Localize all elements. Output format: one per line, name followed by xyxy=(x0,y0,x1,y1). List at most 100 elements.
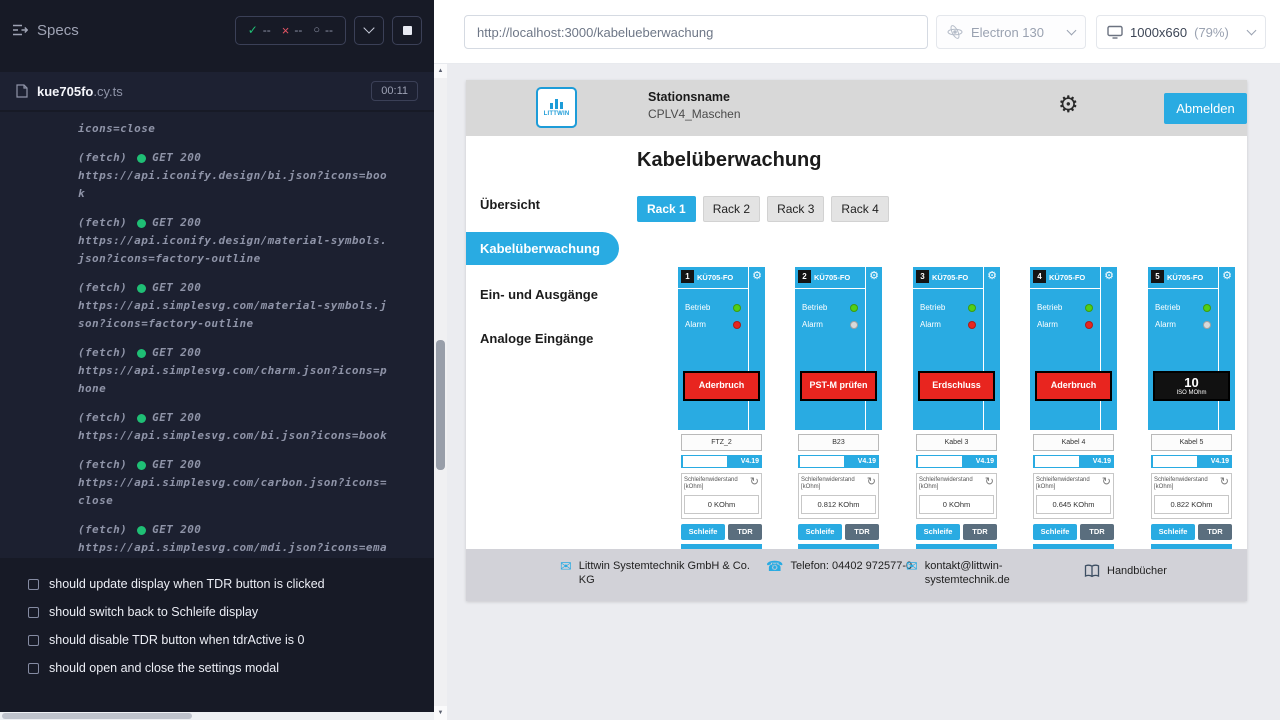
pending-icon: ○ xyxy=(313,24,320,36)
specs-label: Specs xyxy=(37,22,79,39)
log-url: https://api.simplesvg.com/charm.json?ico… xyxy=(78,362,390,398)
sidebar-item-uebersicht[interactable]: Übersicht xyxy=(480,197,540,212)
sidebar-item-kabelueberwachung[interactable]: Kabelüberwachung xyxy=(466,232,619,265)
schleife-button[interactable]: Schleife xyxy=(681,524,725,540)
schleife-button[interactable]: Schleife xyxy=(798,524,842,540)
station-value: CPLV4_Maschen xyxy=(648,107,741,121)
status-dot-icon xyxy=(137,154,146,163)
betrieb-row: Betrieb xyxy=(1155,303,1211,312)
log-status: GET 200 xyxy=(152,409,201,427)
scroll-down-icon[interactable]: ▼ xyxy=(434,706,447,720)
card-side-strip xyxy=(983,267,1000,430)
test-item[interactable]: should update display when TDR button is… xyxy=(0,570,434,598)
viewport-zoom: (79%) xyxy=(1194,25,1229,40)
divider xyxy=(913,288,983,289)
tdr-button[interactable]: TDR xyxy=(1080,524,1114,540)
card-lower: B23 V4.19 Schleifenwiderstand [kOhm] ↻ 0… xyxy=(795,434,882,552)
betrieb-label: Betrieb xyxy=(1037,303,1062,312)
test-item[interactable]: should switch back to Schleife display xyxy=(0,598,434,626)
measurement-label: Schleifenwiderstand [kOhm] xyxy=(1036,477,1098,491)
horizontal-scrollbar[interactable] xyxy=(0,712,434,720)
card-number-badge: 4 xyxy=(1033,270,1046,283)
email-address[interactable]: kontakt@littwin-systemtechnik.de xyxy=(925,559,1029,587)
card-model-label: KÜ705-FO xyxy=(814,273,850,282)
refresh-icon[interactable]: ↻ xyxy=(750,477,759,487)
app-viewport: LITTWIN Stationsname CPLV4_Maschen ⚙ Abm… xyxy=(466,80,1247,601)
network-log-entry[interactable]: (fetch)GET 200 https://api.simplesvg.com… xyxy=(78,521,390,558)
tdr-button[interactable]: TDR xyxy=(1198,524,1232,540)
sidebar-item-analoge-eingaenge[interactable]: Analoge Eingänge xyxy=(480,331,593,346)
card-settings-icon[interactable]: ⚙ xyxy=(869,269,879,282)
device-panel: 3 KÜ705-FO ⚙ Betrieb Alarm Erdschluss xyxy=(913,267,1000,430)
refresh-icon[interactable]: ↻ xyxy=(867,477,876,487)
betrieb-led xyxy=(968,304,976,312)
cypress-header: Specs ✓-- ×-- ○-- xyxy=(0,0,434,60)
network-log-entry[interactable]: (fetch)GET 200 https://api.iconify.desig… xyxy=(78,214,390,268)
stop-button[interactable] xyxy=(392,16,422,45)
specs-nav[interactable]: Specs xyxy=(12,22,79,39)
url-input[interactable]: http://localhost:3000/kabelueberwachung xyxy=(464,15,928,49)
alarm-row: Alarm xyxy=(802,320,858,329)
settings-gear-icon[interactable]: ⚙ xyxy=(1058,91,1079,118)
scroll-up-icon[interactable]: ▲ xyxy=(434,64,447,78)
network-log-entry[interactable]: (fetch)GET 200 https://api.iconify.desig… xyxy=(78,149,390,203)
tdr-button[interactable]: TDR xyxy=(845,524,879,540)
manuals-label[interactable]: Handbücher xyxy=(1107,564,1167,578)
app-header: LITTWIN Stationsname CPLV4_Maschen ⚙ Abm… xyxy=(466,80,1247,136)
log-status: GET 200 xyxy=(152,279,201,297)
scrollbar-thumb[interactable] xyxy=(436,340,445,470)
refresh-icon[interactable]: ↻ xyxy=(985,477,994,487)
network-log-entry[interactable]: (fetch)GET 200 https://api.simplesvg.com… xyxy=(78,456,390,510)
tab-rack-2[interactable]: Rack 2 xyxy=(703,196,760,222)
passed-count: -- xyxy=(263,23,271,37)
alarm-led xyxy=(850,321,858,329)
card-settings-icon[interactable]: ⚙ xyxy=(1222,269,1232,282)
network-log-entry[interactable]: (fetch)GET 200 https://api.simplesvg.com… xyxy=(78,344,390,398)
sidebar-item-ein-und-ausgaenge[interactable]: Ein- und Ausgänge xyxy=(480,287,598,302)
test-status-icon xyxy=(28,607,39,618)
scrollbar-thumb[interactable] xyxy=(2,713,192,719)
version-inset xyxy=(1035,456,1079,467)
card-settings-icon[interactable]: ⚙ xyxy=(752,269,762,282)
version-row: V4.19 xyxy=(1151,455,1232,468)
tdr-button[interactable]: TDR xyxy=(728,524,762,540)
refresh-icon[interactable]: ↻ xyxy=(1220,477,1229,487)
status-text: Erdschluss xyxy=(932,381,981,390)
spec-file-row[interactable]: kue705fo.cy.ts 00:11 xyxy=(0,72,434,110)
footer-manuals[interactable]: Handbücher xyxy=(1084,564,1167,578)
version-row: V4.19 xyxy=(916,455,997,468)
viewport-selector[interactable]: 1000x660 (79%) xyxy=(1096,15,1266,49)
network-log-entry[interactable]: (fetch)GET 200 https://api.simplesvg.com… xyxy=(78,409,390,445)
cable-name: Kabel 3 xyxy=(916,434,997,451)
betrieb-led xyxy=(733,304,741,312)
alarm-row: Alarm xyxy=(1037,320,1093,329)
log-status: GET 200 xyxy=(152,344,201,362)
measurement-section: Schleifenwiderstand [kOhm] ↻ 0 KOhm xyxy=(916,473,997,519)
schleife-button[interactable]: Schleife xyxy=(916,524,960,540)
collapse-button[interactable] xyxy=(354,16,384,45)
schleife-button[interactable]: Schleife xyxy=(1151,524,1195,540)
card-settings-icon[interactable]: ⚙ xyxy=(987,269,997,282)
network-log-entry[interactable]: (fetch)GET 200 https://api.simplesvg.com… xyxy=(78,279,390,333)
status-dot-icon xyxy=(137,526,146,535)
test-item[interactable]: should disable TDR button when tdrActive… xyxy=(0,626,434,654)
alarm-led xyxy=(733,321,741,329)
measurement-label: Schleifenwiderstand [kOhm] xyxy=(684,477,746,491)
tab-rack-3[interactable]: Rack 3 xyxy=(767,196,824,222)
logout-button[interactable]: Abmelden xyxy=(1164,93,1247,124)
version-label: V4.19 xyxy=(976,458,994,465)
tab-rack-4[interactable]: Rack 4 xyxy=(831,196,888,222)
refresh-icon[interactable]: ↻ xyxy=(1102,477,1111,487)
browser-selector[interactable]: Electron 130 xyxy=(936,15,1086,49)
tab-rack-1[interactable]: Rack 1 xyxy=(637,196,696,222)
app-footer: ✉ Littwin Systemtechnik GmbH & Co. KG ☎ … xyxy=(466,549,1247,601)
card-model-label: KÜ705-FO xyxy=(1049,273,1085,282)
tdr-button[interactable]: TDR xyxy=(963,524,997,540)
phone-number[interactable]: Telefon: 04402 972577-0 xyxy=(790,559,916,573)
test-stats: ✓-- ×-- ○-- xyxy=(235,16,346,45)
status-dot-icon xyxy=(137,349,146,358)
schleife-button[interactable]: Schleife xyxy=(1033,524,1077,540)
test-item[interactable]: should open and close the settings modal xyxy=(0,654,434,682)
test-status-icon xyxy=(28,663,39,674)
card-settings-icon[interactable]: ⚙ xyxy=(1104,269,1114,282)
